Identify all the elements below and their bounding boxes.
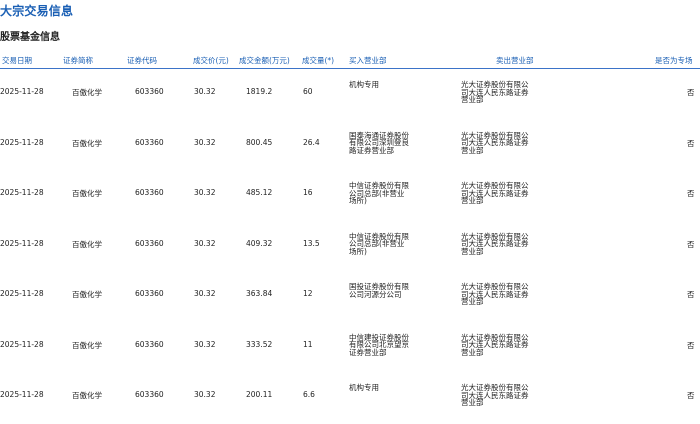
cell-volume: 26.4 [303, 137, 320, 147]
column-header-price: 成交价(元) [193, 56, 229, 65]
cell-buyer: 国泰海通证券股份有限公司深圳登良路证券营业部 [349, 130, 409, 155]
cell-seller: 光大证券股份有限公司大连人民东路证券营业部 [461, 282, 529, 307]
cell-name: 百傲化学 [72, 340, 102, 350]
cell-code: 603360 [135, 289, 164, 298]
cell-volume: 13.5 [303, 238, 320, 248]
cell-seller: 光大证券股份有限公司大连人民东路证券营业部 [461, 231, 529, 256]
cell-volume: 11 [303, 339, 313, 349]
cell-amount: 800.45 [246, 137, 273, 147]
section-title: 股票基金信息 [0, 32, 60, 43]
cell-name: 百傲化学 [72, 88, 102, 97]
column-header-buyer: 买入营业部 [349, 56, 387, 65]
cell-name: 百傲化学 [72, 391, 102, 400]
cell-amount: 409.32 [246, 238, 273, 248]
cell-seller: 光大证券股份有限公司大连人民东路证券营业部 [461, 80, 529, 105]
page-title: 大宗交易信息 [0, 4, 74, 18]
cell-volume: 6.6 [303, 390, 315, 399]
cell-code: 603360 [135, 238, 164, 248]
cell-seller: 光大证券股份有限公司大连人民东路证券营业部 [461, 181, 529, 206]
column-header-amount: 成交金额(万元) [239, 56, 290, 65]
cell-price: 30.32 [194, 188, 216, 197]
cell-date: 2025-11-28 [0, 238, 44, 248]
cell-price: 30.32 [194, 390, 216, 399]
cell-name: 百傲化学 [72, 138, 102, 148]
cell-date: 2025-11-28 [0, 289, 44, 298]
column-header-date: 交易日期 [2, 56, 32, 65]
cell-volume: 12 [303, 289, 313, 298]
cell-special: 否 [687, 88, 695, 97]
cell-code: 603360 [135, 339, 164, 349]
cell-buyer: 中信证券股份有限公司总部(非营业场所) [349, 231, 409, 256]
cell-buyer: 中信证券股份有限公司总部(非营业场所) [349, 181, 409, 206]
cell-special: 否 [687, 340, 695, 350]
table-row: 2025-11-28 百傲化学 603360 30.32 200.11 6.6 机构专用 光大… [0, 384, 700, 424]
column-header-seller: 卖出营业部 [496, 56, 534, 65]
cell-price: 30.32 [194, 87, 216, 96]
cell-price: 30.32 [194, 339, 216, 349]
cell-amount: 200.11 [246, 390, 273, 399]
cell-name: 百傲化学 [72, 290, 102, 299]
cell-price: 30.32 [194, 137, 216, 147]
column-header-code: 证券代码 [127, 56, 157, 65]
cell-amount: 1819.2 [246, 87, 273, 96]
cell-volume: 60 [303, 87, 313, 96]
cell-date: 2025-11-28 [0, 339, 44, 349]
page: 大宗交易信息 股票基金信息 交易日期 证券简称 证券代码 成交价(元) 成交金额… [0, 0, 700, 424]
table-header: 交易日期 证券简称 证券代码 成交价(元) 成交金额(万元) 成交量(*) 买入… [0, 52, 700, 69]
column-header-volume: 成交量(*) [302, 56, 335, 65]
cell-price: 30.32 [194, 289, 216, 298]
cell-buyer: 国投证券股份有限公司河源分公司 [349, 282, 409, 299]
cell-buyer: 机构专用 [349, 80, 379, 89]
cell-special: 否 [687, 138, 695, 148]
cell-code: 603360 [135, 390, 164, 399]
cell-amount: 485.12 [246, 188, 273, 197]
cell-special: 否 [687, 290, 695, 299]
cell-date: 2025-11-28 [0, 188, 44, 197]
cell-date: 2025-11-28 [0, 390, 44, 399]
column-header-name: 证券简称 [63, 56, 93, 65]
column-header-special: 是否为专场 [655, 56, 693, 65]
cell-code: 603360 [135, 188, 164, 197]
cell-code: 603360 [135, 137, 164, 147]
cell-special: 否 [687, 189, 695, 198]
cell-buyer: 机构专用 [349, 383, 379, 392]
cell-seller: 光大证券股份有限公司大连人民东路证券营业部 [461, 130, 529, 155]
cell-buyer: 中信建投证券股份有限公司北京望京证券营业部 [349, 332, 409, 357]
cell-volume: 16 [303, 188, 313, 197]
cell-amount: 363.84 [246, 289, 273, 298]
cell-date: 2025-11-28 [0, 137, 44, 147]
cell-name: 百傲化学 [72, 239, 102, 249]
cell-special: 否 [687, 391, 695, 400]
cell-price: 30.32 [194, 238, 216, 248]
cell-amount: 333.52 [246, 339, 273, 349]
cell-code: 603360 [135, 87, 164, 96]
cell-date: 2025-11-28 [0, 87, 44, 96]
cell-seller: 光大证券股份有限公司大连人民东路证券营业部 [461, 383, 529, 408]
cell-seller: 光大证券股份有限公司大连人民东路证券营业部 [461, 332, 529, 357]
cell-special: 否 [687, 239, 695, 249]
cell-name: 百傲化学 [72, 189, 102, 198]
